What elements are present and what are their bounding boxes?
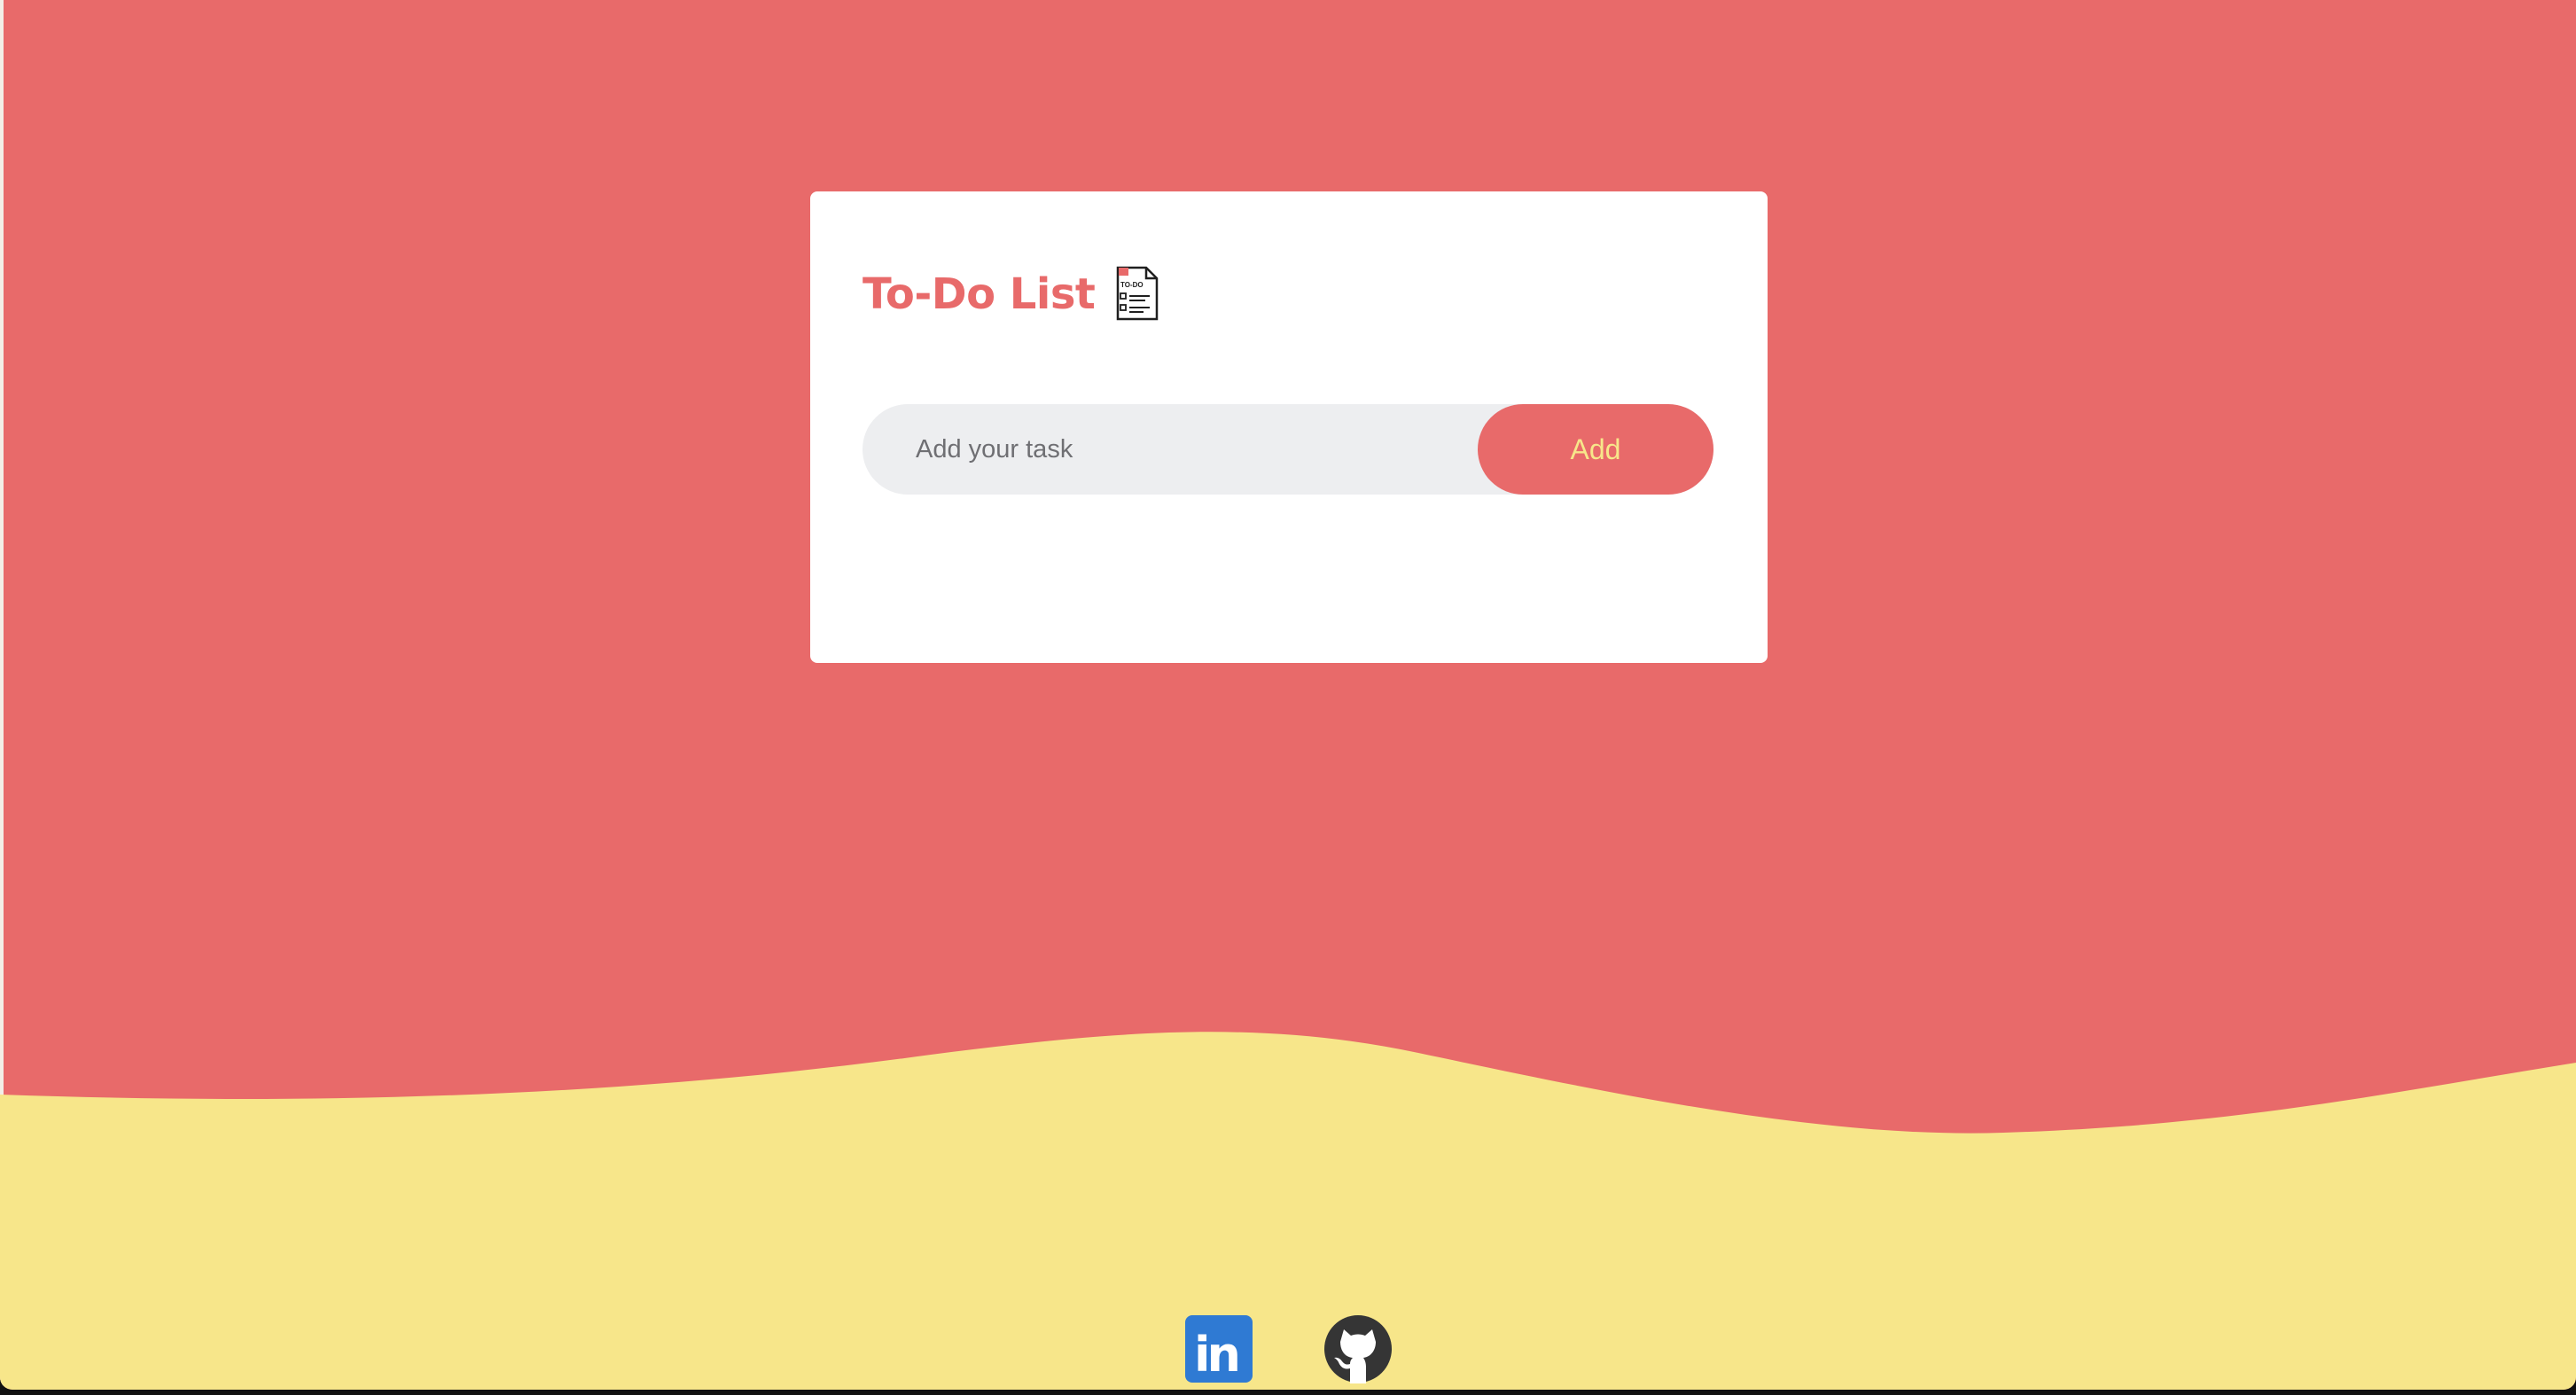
title-row: To-Do List TO-DO — [863, 259, 1160, 330]
todo-card: To-Do List TO-DO Add — [810, 191, 1768, 663]
page-title: To-Do List — [863, 269, 1096, 319]
page-background: To-Do List TO-DO Add in — [0, 0, 2576, 1390]
linkedin-icon-label: in — [1194, 1327, 1238, 1383]
github-link[interactable] — [1323, 1313, 1393, 1384]
linkedin-link[interactable]: in — [1183, 1313, 1254, 1384]
task-input[interactable] — [916, 404, 1448, 495]
add-task-button[interactable]: Add — [1478, 404, 1713, 495]
window-left-edge — [0, 0, 4, 1390]
linkedin-icon: in — [1185, 1315, 1253, 1383]
task-input-row: Add — [863, 404, 1713, 495]
todo-icon-label: TO-DO — [1120, 281, 1144, 289]
todo-list-document-icon: TO-DO — [1117, 266, 1159, 321]
github-icon — [1324, 1315, 1392, 1383]
